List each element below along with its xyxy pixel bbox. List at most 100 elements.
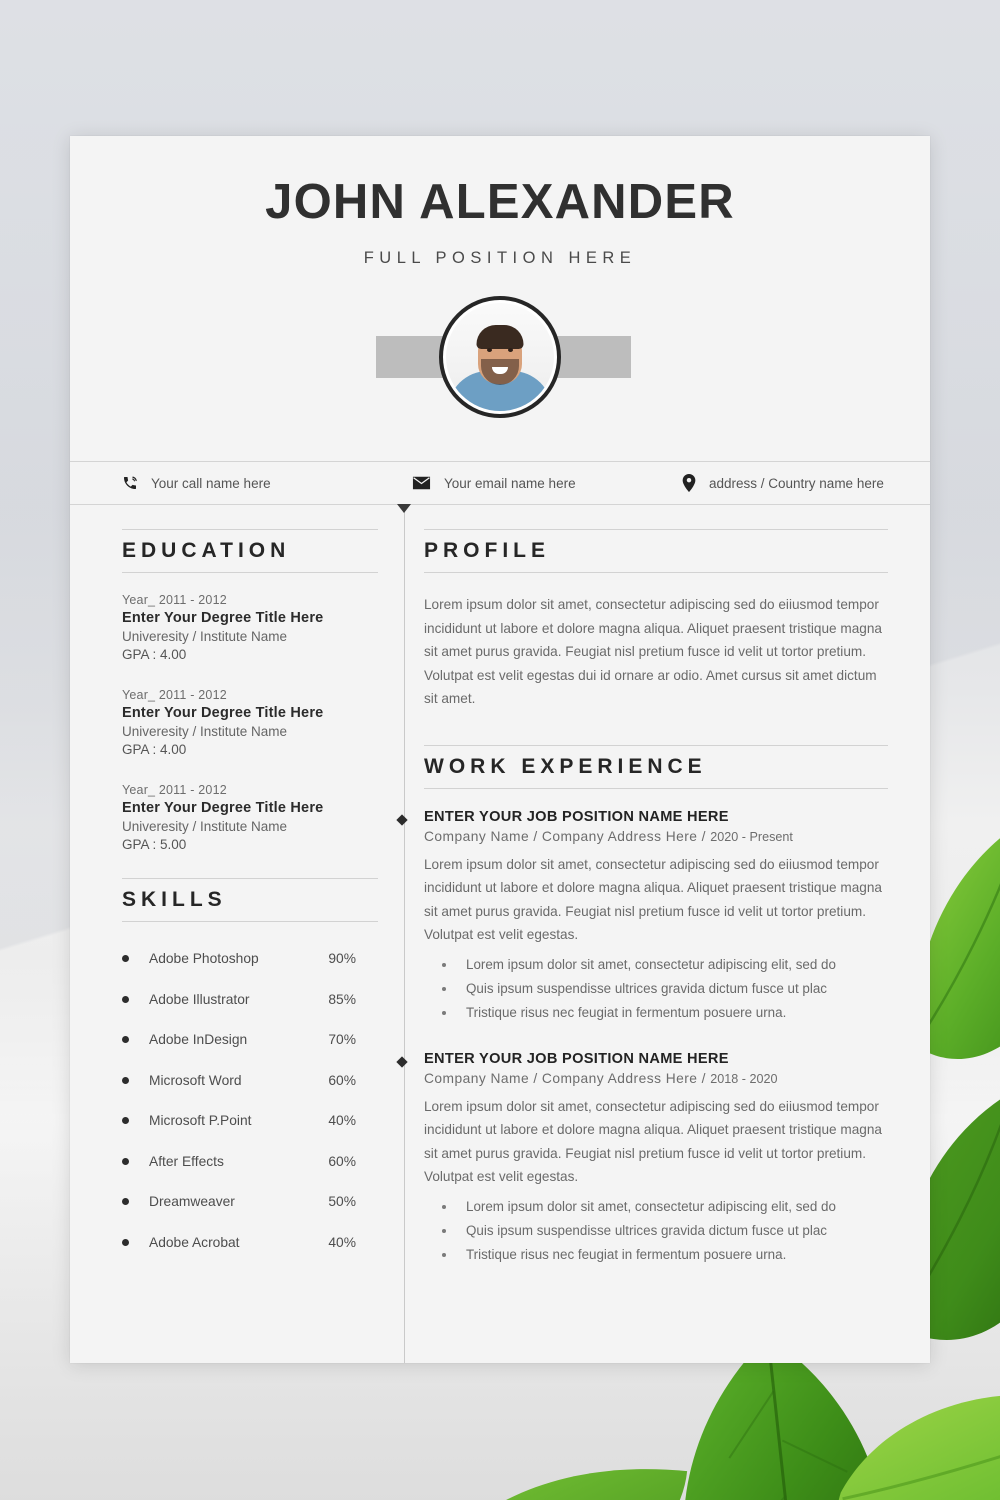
column-divider [404, 505, 405, 1363]
section-header-profile: PROFILE [424, 529, 888, 574]
education-year: Year_ 2011 - 2012 [122, 783, 227, 798]
education-heading: EDUCATION [122, 539, 291, 562]
skills-list: Adobe Photoshop 90% Adobe Illustrator 85… [122, 938, 378, 1262]
list-item: Year_ 2011 - 2012 Enter Your Degree Titl… [122, 593, 378, 662]
work-company-line: Company Name / Company Address Here / 20… [424, 1071, 888, 1086]
profile-heading: PROFILE [424, 539, 551, 562]
list-item: Tristique risus nec feugiat in fermentum… [424, 1243, 888, 1267]
education-degree: Enter Your Degree Title Here [122, 800, 324, 817]
skills-heading: SKILLS [122, 888, 227, 912]
work-company-name: Company Name / Company Address Here / [424, 828, 711, 844]
contact-email-text: Your email name here [444, 475, 576, 491]
education-degree: Enter Your Degree Title Here [122, 610, 324, 627]
list-item: Microsoft Word 60% [122, 1060, 378, 1101]
education-gpa: GPA : 4.00 [122, 742, 187, 758]
list-item: Dreamweaver 50% [122, 1181, 378, 1222]
resume-header: JOHN ALEXANDER FULL POSITION HERE [70, 136, 930, 461]
portrait-hair [476, 325, 524, 349]
portrait-eye-left [487, 348, 492, 352]
skill-name: Microsoft P.Point [149, 1113, 252, 1129]
section-header-work-experience: WORK EXPERIENCE [424, 744, 888, 789]
list-item: Year_ 2011 - 2012 Enter Your Degree Titl… [122, 688, 378, 757]
location-pin-icon [682, 474, 696, 492]
left-column: EDUCATION Year_ 2011 - 2012 Enter Your D… [70, 505, 404, 1363]
bullet-dot-icon [122, 1117, 129, 1125]
education-school: Univeresity / Institute Name [122, 629, 288, 645]
bullet-dot-icon [122, 1157, 129, 1165]
work-description: Lorem ipsum dolor sit amet, consectetur … [424, 1098, 882, 1185]
bullet-dot-icon [122, 955, 129, 963]
section-header-skills: SKILLS [122, 878, 378, 923]
avatar [439, 296, 561, 418]
bullet-dot-icon [122, 1076, 129, 1084]
list-item: Quis ipsum suspendisse ultrices gravida … [424, 1219, 888, 1243]
contact-phone[interactable]: Your call name here [122, 475, 412, 491]
job-position-subtitle: FULL POSITION HERE [363, 249, 637, 267]
work-experience-heading: WORK EXPERIENCE [424, 754, 707, 778]
contact-address[interactable]: address / Country name here [682, 474, 884, 492]
skill-name: Adobe Photoshop [149, 951, 259, 967]
resume-body: EDUCATION Year_ 2011 - 2012 Enter Your D… [70, 504, 930, 1363]
skill-name: Adobe Acrobat [149, 1234, 240, 1250]
work-company-name: Company Name / Company Address Here / [424, 1070, 711, 1086]
contact-bar: Your call name here Your email name here… [70, 461, 930, 505]
list-item: Adobe Acrobat 40% [122, 1222, 378, 1263]
skill-percent: 85% [328, 991, 356, 1007]
bullet-dot-icon [122, 1238, 129, 1246]
education-year: Year_ 2011 - 2012 [122, 593, 227, 608]
divider-arrow-icon [397, 504, 411, 513]
list-item: Tristique risus nec feugiat in fermentum… [424, 1001, 888, 1025]
work-description: Lorem ipsum dolor sit amet, consectetur … [424, 856, 882, 943]
education-gpa: GPA : 5.00 [122, 837, 187, 853]
page-title: JOHN ALEXANDER [265, 175, 735, 229]
contact-address-text: address / Country name here [709, 475, 884, 491]
list-item: Year_ 2011 - 2012 Enter Your Degree Titl… [122, 783, 378, 852]
education-list: Year_ 2011 - 2012 Enter Your Degree Titl… [122, 593, 378, 852]
work-bullet-list: Lorem ipsum dolor sit amet, consectetur … [424, 953, 888, 1025]
work-dates: 2020 - Present [710, 829, 793, 844]
work-job-title: ENTER YOUR JOB POSITION NAME HERE [424, 1050, 729, 1067]
skill-name: Adobe InDesign [149, 1032, 248, 1048]
list-item: Lorem ipsum dolor sit amet, consectetur … [424, 1195, 888, 1219]
envelope-icon [412, 476, 431, 490]
list-item: ENTER YOUR JOB POSITION NAME HERE Compan… [395, 1050, 888, 1267]
education-school: Univeresity / Institute Name [122, 819, 288, 835]
education-gpa: GPA : 4.00 [122, 647, 187, 663]
skill-name: Microsoft Word [149, 1072, 242, 1088]
skill-percent: 70% [328, 1032, 356, 1048]
skill-percent: 50% [328, 1194, 356, 1210]
list-item: Quis ipsum suspendisse ultrices gravida … [424, 977, 888, 1001]
work-job-title: ENTER YOUR JOB POSITION NAME HERE [424, 808, 729, 825]
bullet-dot-icon [122, 995, 129, 1003]
bullet-dot-icon [122, 1198, 129, 1206]
contact-phone-text: Your call name here [151, 475, 271, 491]
skill-percent: 60% [328, 1072, 356, 1088]
education-degree: Enter Your Degree Title Here [122, 705, 324, 722]
skill-name: Dreamweaver [149, 1194, 235, 1210]
education-school: Univeresity / Institute Name [122, 724, 288, 740]
skill-name: Adobe Illustrator [149, 991, 250, 1007]
portrait-eye-right [508, 348, 513, 352]
work-dates: 2018 - 2020 [710, 1071, 778, 1086]
work-bullet-list: Lorem ipsum dolor sit amet, consectetur … [424, 1195, 888, 1267]
work-company-line: Company Name / Company Address Here / 20… [424, 829, 888, 844]
resume-page: JOHN ALEXANDER FULL POSITION HERE Your c… [70, 136, 930, 1363]
skill-name: After Effects [149, 1153, 224, 1169]
skill-percent: 40% [328, 1234, 356, 1250]
section-header-education: EDUCATION [122, 529, 378, 574]
work-experience-list: ENTER YOUR JOB POSITION NAME HERE Compan… [395, 808, 888, 1267]
avatar-photo [446, 303, 554, 411]
list-item: Adobe Illustrator 85% [122, 979, 378, 1020]
phone-icon [122, 475, 138, 491]
skill-percent: 40% [328, 1113, 356, 1129]
right-column: PROFILE Lorem ipsum dolor sit amet, cons… [395, 505, 930, 1363]
education-year: Year_ 2011 - 2012 [122, 688, 227, 703]
list-item: Lorem ipsum dolor sit amet, consectetur … [424, 953, 888, 977]
contact-email[interactable]: Your email name here [412, 476, 682, 491]
bullet-dot-icon [122, 1036, 129, 1044]
list-item: ENTER YOUR JOB POSITION NAME HERE Compan… [395, 808, 888, 1025]
skill-percent: 60% [328, 1153, 356, 1169]
list-item: Microsoft P.Point 40% [122, 1100, 378, 1141]
list-item: Adobe InDesign 70% [122, 1019, 378, 1060]
profile-text: Lorem ipsum dolor sit amet, consectetur … [424, 597, 882, 707]
